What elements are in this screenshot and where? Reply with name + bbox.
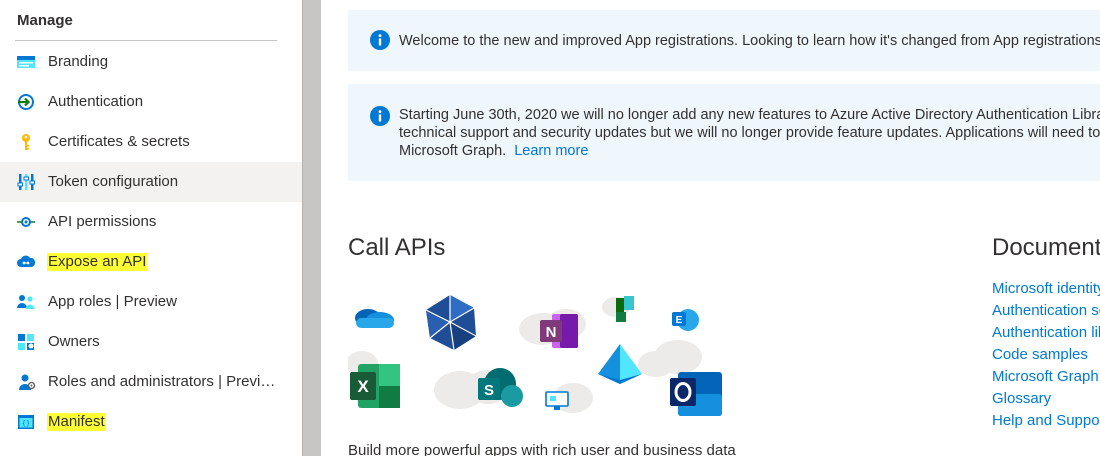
- owners-icon: [16, 333, 36, 351]
- authentication-icon: [16, 93, 36, 111]
- deprecation-banner: Starting June 30th, 2020 we will no long…: [348, 84, 1100, 181]
- outlook-icon: [670, 372, 722, 416]
- sidebar-item-app-roles[interactable]: App roles | Preview: [0, 282, 302, 322]
- deprecation-line-2: technical support and security updates b…: [399, 125, 1100, 141]
- documentation-title: Documentation: [992, 234, 1100, 261]
- sidebar-item-label: Expose an API: [47, 253, 148, 271]
- svg-text:N: N: [546, 324, 557, 341]
- sidebar-item-roles-administrators[interactable]: Roles and administrators | Preview: [0, 362, 302, 402]
- manifest-icon: {}: [16, 413, 36, 431]
- sidebar-item-owners[interactable]: Owners: [0, 322, 302, 362]
- sidebar-item-branding[interactable]: Branding: [0, 42, 302, 82]
- welcome-banner-text: Welcome to the new and improved App regi…: [399, 33, 1100, 49]
- svg-text:{}: {}: [22, 420, 30, 428]
- branding-icon: [16, 53, 36, 71]
- sidebar-item-certificates-secrets[interactable]: Certificates & secrets: [0, 122, 302, 162]
- call-apis-title: Call APIs: [348, 234, 446, 261]
- deprecation-line-3-text: Microsoft Graph.: [399, 143, 507, 159]
- sidebar-item-label: Branding: [48, 53, 109, 70]
- doc-link-authentication-libraries[interactable]: Authentication libraries: [992, 322, 1100, 344]
- call-apis-description: Build more powerful apps with rich user …: [348, 442, 736, 456]
- sidebar-item-authentication[interactable]: Authentication: [0, 82, 302, 122]
- documentation-links: Microsoft identity platform Authenticati…: [992, 278, 1100, 432]
- doc-link-help-support[interactable]: Help and Support: [992, 410, 1100, 432]
- sidebar-item-label: Authentication: [48, 93, 144, 110]
- doc-link-microsoft-graph[interactable]: Microsoft Graph: [992, 366, 1100, 388]
- sidebar-item-expose-an-api[interactable]: Expose an API: [0, 242, 302, 282]
- sidebar-item-manifest[interactable]: {} Manifest: [0, 402, 302, 442]
- welcome-banner: Welcome to the new and improved App regi…: [348, 10, 1100, 71]
- planner-icon: [616, 296, 634, 322]
- manage-heading: Manage: [17, 12, 73, 29]
- azure-ad-pyramid-icon: [598, 344, 642, 384]
- sidebar-item-label: Token configuration: [48, 173, 179, 190]
- key-icon: [16, 133, 36, 151]
- sidebar-item-api-permissions[interactable]: API permissions: [0, 202, 302, 242]
- deprecation-line-3: Microsoft Graph. Learn more: [399, 142, 1100, 160]
- onedrive-icon: [355, 309, 394, 328]
- roles-admin-icon: [16, 373, 36, 391]
- sidebar-item-label: Certificates & secrets: [48, 133, 190, 150]
- sidebar: Manage Branding Authentication Certifica…: [0, 0, 302, 456]
- doc-link-identity-platform[interactable]: Microsoft identity platform: [992, 278, 1100, 300]
- learn-more-link[interactable]: Learn more: [514, 143, 588, 159]
- sidebar-divider: [15, 40, 277, 41]
- deprecation-banner-text: Starting June 30th, 2020 we will no long…: [399, 106, 1100, 160]
- info-icon: [370, 106, 390, 126]
- sidebar-item-label: App roles | Preview: [48, 293, 177, 310]
- svg-text:S: S: [484, 382, 494, 399]
- sidebar-item-label: Owners: [48, 333, 100, 350]
- exchange-icon: E: [672, 309, 699, 331]
- sidebar-item-token-configuration[interactable]: Token configuration: [0, 162, 302, 202]
- sidebar-item-label: Roles and administrators | Preview: [48, 373, 278, 390]
- svg-text:X: X: [357, 377, 369, 396]
- svg-text:E: E: [676, 315, 683, 326]
- azure-ad-icon: [425, 295, 477, 351]
- api-permissions-icon: [16, 213, 36, 231]
- call-apis-illustration: N E X S: [348, 295, 722, 416]
- doc-link-glossary[interactable]: Glossary: [992, 388, 1100, 410]
- sidebar-item-label: API permissions: [48, 213, 157, 230]
- doc-link-code-samples[interactable]: Code samples: [992, 344, 1100, 366]
- main-content: Welcome to the new and improved App regi…: [321, 0, 1100, 456]
- deprecation-line-1: Starting June 30th, 2020 we will no long…: [399, 107, 1100, 123]
- info-icon: [370, 30, 390, 50]
- app-roles-icon: [16, 293, 36, 311]
- cloud-api-icon: [16, 253, 36, 271]
- token-configuration-icon: [16, 173, 36, 191]
- doc-link-authentication-scenarios[interactable]: Authentication scenarios: [992, 300, 1100, 322]
- sidebar-item-label: Manifest: [47, 413, 106, 431]
- pane-splitter[interactable]: [302, 0, 321, 456]
